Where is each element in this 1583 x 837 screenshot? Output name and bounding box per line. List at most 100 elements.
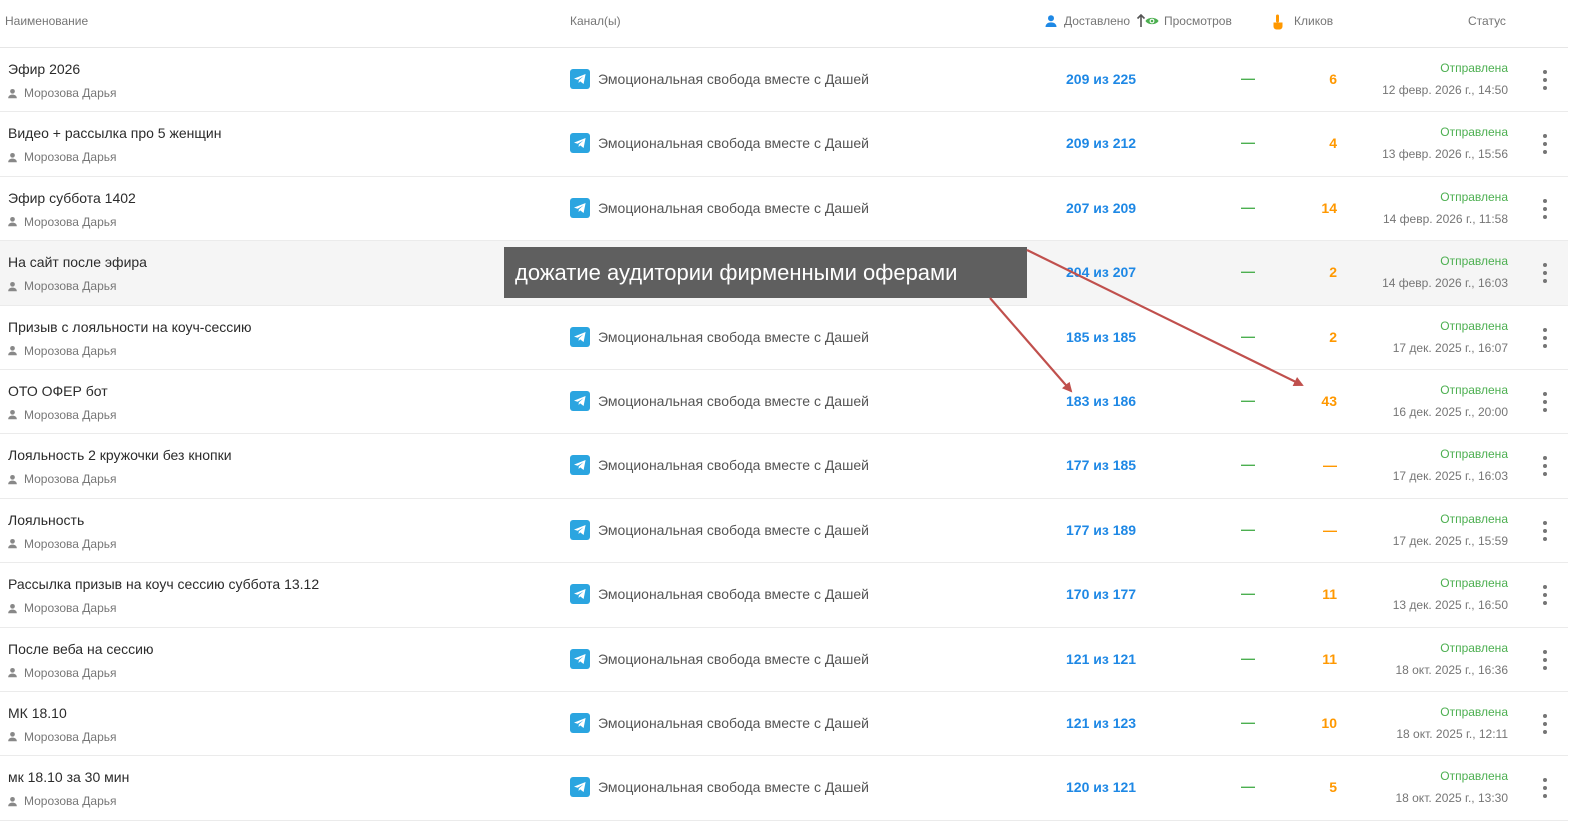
status-badge: Отправлена [1440, 189, 1508, 204]
clicks-count[interactable]: 5 [1329, 779, 1337, 795]
author: Морозова Дарья [7, 601, 117, 615]
clicks-count[interactable]: 43 [1321, 393, 1337, 409]
user-icon [8, 88, 17, 98]
table-row[interactable]: Видео + рассылка про 5 женщин Морозова Д… [0, 112, 1568, 177]
mailing-title[interactable]: Видео + рассылка про 5 женщин [8, 125, 221, 141]
user-icon [8, 539, 17, 549]
clicks-count[interactable]: 2 [1329, 329, 1337, 345]
mailing-title[interactable]: мк 18.10 за 30 мин [8, 769, 129, 785]
column-header-channels[interactable]: Канал(ы) [570, 14, 621, 28]
views-count: — [1241, 198, 1255, 215]
table-row[interactable]: мк 18.10 за 30 мин Морозова Дарья Эмоцио… [0, 756, 1568, 821]
user-icon [8, 796, 17, 807]
table-row[interactable]: Рассылка призыв на коуч сессию суббота 1… [0, 563, 1568, 628]
delivered-count[interactable]: 177 из 185 [1066, 457, 1136, 473]
status-cell: Отправлена 18 окт. 2025 г., 12:11 [1396, 705, 1508, 741]
user-icon [8, 217, 17, 227]
delivered-count[interactable]: 121 из 123 [1066, 715, 1136, 731]
mailing-title[interactable]: После веба на сессию [8, 641, 154, 657]
column-header-status[interactable]: Статус [1468, 14, 1506, 28]
channel: Эмоциональная свобода вместе с Дашей [570, 519, 869, 540]
mailing-title[interactable]: Лояльность [8, 512, 84, 528]
delivered-count[interactable]: 209 из 212 [1066, 135, 1136, 151]
delivered-count[interactable]: 209 из 225 [1066, 71, 1136, 87]
mailing-title[interactable]: Призыв с лояльности на коуч-сессию [8, 319, 252, 335]
status-badge: Отправлена [1440, 125, 1508, 140]
delivered-count[interactable]: 183 из 186 [1066, 393, 1136, 409]
column-header-delivered-label: Доставлено [1064, 14, 1131, 28]
more-vertical-icon[interactable] [1537, 391, 1553, 412]
table-row[interactable]: МК 18.10 Морозова Дарья Эмоциональная св… [0, 692, 1568, 757]
delivered-count[interactable]: 185 из 185 [1066, 329, 1136, 345]
channel-name: Эмоциональная свобода вместе с Дашей [598, 779, 869, 796]
mailing-title[interactable]: На сайт после эфира [8, 254, 147, 270]
delivered-count[interactable]: 177 из 189 [1066, 522, 1136, 538]
table-row[interactable]: Призыв с лояльности на коуч-сессию Мороз… [0, 306, 1568, 370]
annotation-callout: дожатие аудитории фирменными оферами [504, 247, 1027, 298]
channel-name: Эмоциональная свобода вместе с Дашей [598, 521, 869, 538]
mailing-title[interactable]: МК 18.10 [8, 705, 67, 721]
clicks-count[interactable]: — [1323, 457, 1337, 473]
views-count: — [1241, 649, 1255, 666]
clicks-count[interactable]: — [1323, 522, 1337, 538]
channel-name: Эмоциональная свобода вместе с Дашей [598, 71, 869, 87]
column-header-delivered[interactable]: Доставлено [1044, 14, 1150, 28]
author: Морозова Дарья [7, 408, 117, 422]
more-vertical-icon[interactable] [1537, 585, 1553, 606]
telegram-icon [570, 133, 590, 154]
column-header-clicks[interactable]: Кликов [1272, 14, 1333, 30]
channel: Эмоциональная свобода вместе с Дашей [570, 455, 869, 476]
mailing-title[interactable]: Рассылка призыв на коуч сессию суббота 1… [8, 576, 319, 592]
status-date: 12 февр. 2026 г., 14:50 [1382, 83, 1508, 97]
more-vertical-icon[interactable] [1537, 134, 1553, 155]
clicks-count[interactable]: 6 [1329, 71, 1337, 87]
mailing-title[interactable]: ОТО ОФЕР бот [8, 383, 108, 399]
table-row[interactable]: Эфир суббота 1402 Морозова Дарья Эмоцион… [0, 177, 1568, 242]
mailing-title[interactable]: Эфир 2026 [8, 61, 80, 77]
clicks-count[interactable]: 14 [1321, 200, 1337, 216]
author: Морозова Дарья [7, 730, 117, 744]
status-badge: Отправлена [1440, 382, 1508, 397]
mailing-title[interactable]: Эфир суббота 1402 [8, 190, 136, 206]
user-icon [8, 152, 17, 163]
delivered-count[interactable]: 170 из 177 [1066, 586, 1136, 602]
delivered-count[interactable]: 120 из 121 [1066, 779, 1136, 795]
status-badge: Отправлена [1440, 61, 1508, 75]
clicks-count[interactable]: 4 [1329, 135, 1337, 151]
user-icon [8, 667, 17, 678]
author: Морозова Дарья [7, 794, 117, 808]
status-date: 17 дек. 2025 г., 16:07 [1392, 340, 1508, 355]
column-header-views[interactable]: Просмотров [1145, 14, 1232, 28]
table-row[interactable]: Лояльность 2 кружочки без кнопки Морозов… [0, 434, 1568, 499]
clicks-count[interactable]: 2 [1329, 264, 1337, 280]
author: Морозова Дарья [7, 537, 117, 551]
telegram-icon [570, 712, 590, 733]
table-row[interactable]: ОТО ОФЕР бот Морозова Дарья Эмоциональна… [0, 370, 1568, 435]
delivered-count[interactable]: 204 из 207 [1066, 264, 1136, 280]
more-vertical-icon[interactable] [1537, 198, 1553, 219]
clicks-count[interactable]: 11 [1322, 651, 1337, 667]
status-badge: Отправлена [1440, 318, 1508, 333]
delivered-count[interactable]: 121 из 121 [1066, 651, 1136, 667]
table-row[interactable]: Эфир 2026 Морозова Дарья Эмоциональная с… [0, 48, 1568, 113]
eye-icon [1145, 14, 1159, 28]
more-vertical-icon[interactable] [1537, 778, 1553, 799]
delivered-count[interactable]: 207 из 209 [1066, 200, 1136, 216]
column-header-name[interactable]: Наименование [5, 14, 88, 28]
more-vertical-icon[interactable] [1537, 263, 1553, 284]
views-count: — [1241, 391, 1255, 408]
author: Морозова Дарья [7, 215, 117, 229]
clicks-count[interactable]: 11 [1322, 586, 1337, 602]
more-vertical-icon[interactable] [1537, 327, 1553, 348]
more-vertical-icon[interactable] [1537, 520, 1553, 541]
table-row[interactable]: После веба на сессию Морозова Дарья Эмоц… [0, 628, 1568, 692]
mailing-title[interactable]: Лояльность 2 кружочки без кнопки [8, 447, 232, 463]
clicks-count[interactable]: 10 [1321, 715, 1337, 731]
user-icon [8, 474, 17, 485]
more-vertical-icon[interactable] [1537, 713, 1553, 734]
author: Морозова Дарья [7, 150, 117, 164]
more-vertical-icon[interactable] [1537, 649, 1553, 670]
table-row[interactable]: Лояльность Морозова Дарья Эмоциональная … [0, 499, 1568, 564]
more-vertical-icon[interactable] [1537, 456, 1553, 477]
more-vertical-icon[interactable] [1537, 70, 1553, 90]
